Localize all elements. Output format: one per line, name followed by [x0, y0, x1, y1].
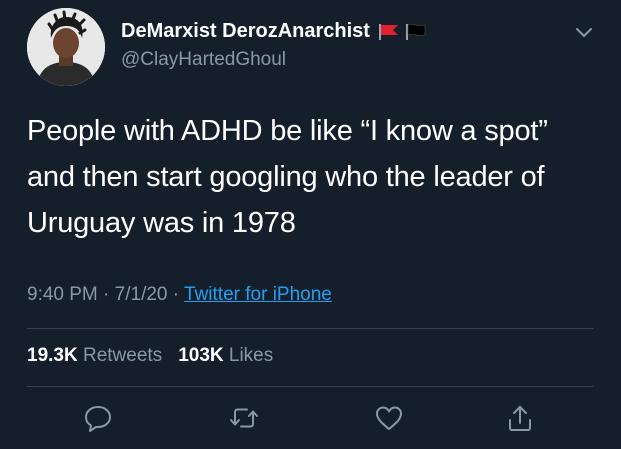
tweet-card: DeMarxist DerozAnarchist @ClayHartedGhou… — [0, 0, 621, 449]
retweet-icon[interactable] — [229, 403, 259, 433]
tweet-stats: 19.3K Retweets 103K Likes — [27, 345, 273, 367]
retweets-count: 19.3K — [27, 345, 78, 366]
likes-stat[interactable]: 103K Likes — [178, 345, 273, 366]
avatar[interactable] — [27, 8, 105, 86]
retweets-stat[interactable]: 19.3K Retweets — [27, 345, 162, 366]
tweet-date: 7/1/20 — [114, 284, 168, 305]
black-flag-icon — [405, 23, 426, 40]
retweets-label: Retweets — [82, 345, 163, 366]
divider — [27, 386, 593, 387]
tweet-text: People with ADHD be like “I know a spot”… — [27, 115, 548, 239]
chevron-down-icon[interactable] — [574, 25, 594, 41]
author-name-text: DeMarxist DerozAnarchist — [121, 20, 370, 42]
likes-label: Likes — [228, 345, 274, 366]
meta-separator: · — [172, 284, 180, 305]
meta-separator: · — [103, 284, 110, 305]
tweet-meta: 9:40 PM · 7/1/20 · Twitter for iPhone — [27, 284, 332, 306]
tweet-time: 9:40 PM — [27, 284, 98, 305]
flag-icons — [378, 23, 427, 41]
share-icon[interactable] — [505, 403, 535, 433]
reply-icon[interactable] — [83, 403, 113, 433]
author-display-name[interactable]: DeMarxist DerozAnarchist — [121, 20, 427, 43]
tweet-source-link[interactable]: Twitter for iPhone — [184, 284, 332, 305]
red-flag-icon — [378, 23, 398, 40]
author-handle[interactable]: @ClayHartedGhoul — [121, 49, 286, 71]
divider — [27, 328, 593, 329]
like-icon[interactable] — [374, 403, 404, 433]
likes-count: 103K — [178, 345, 224, 366]
